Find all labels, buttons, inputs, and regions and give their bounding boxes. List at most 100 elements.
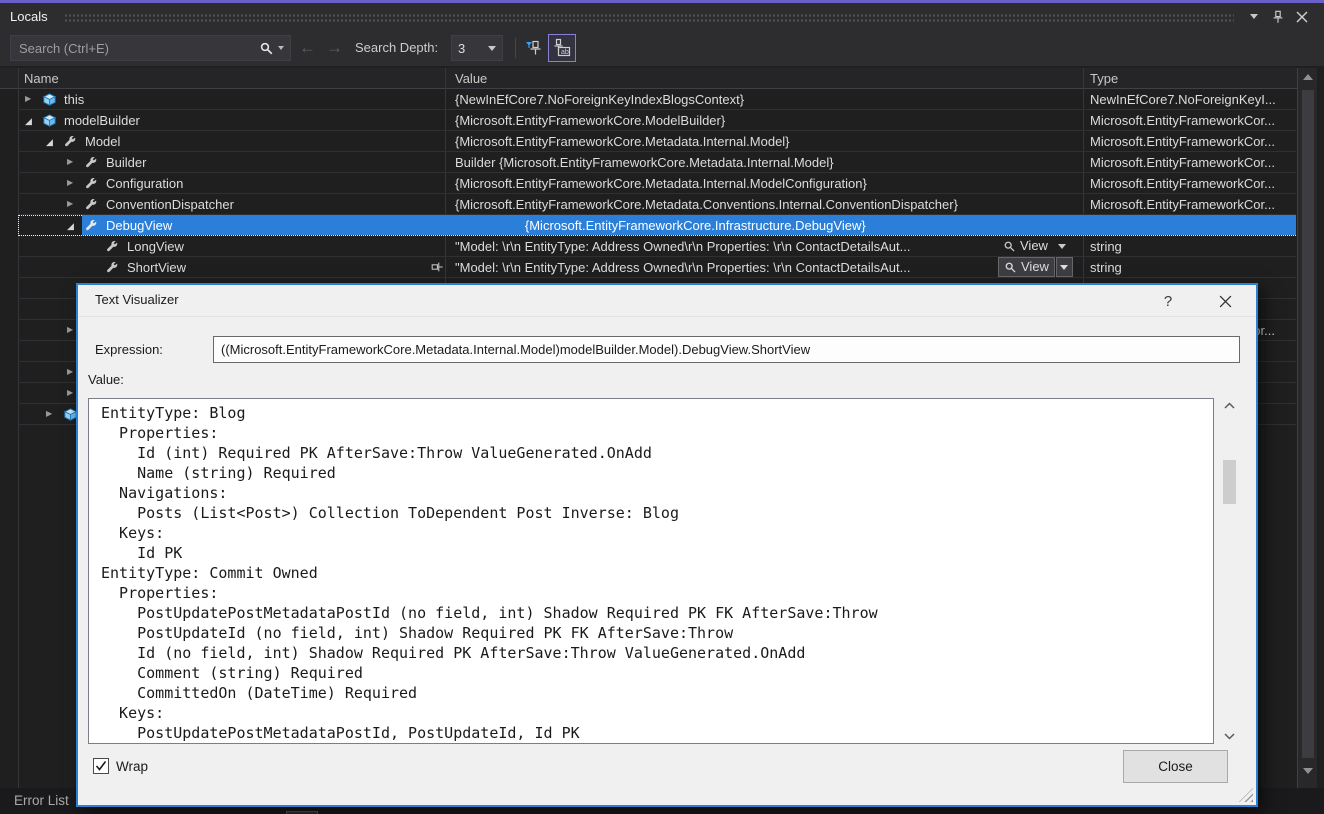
wrench-icon <box>105 260 120 275</box>
expander-expanded-icon[interactable]: ◢ <box>46 135 53 149</box>
row-type: Microsoft.EntityFrameworkCor... <box>1090 113 1298 128</box>
wrap-checkbox-label[interactable]: Wrap <box>116 759 148 774</box>
row-name[interactable]: Builder <box>106 155 146 170</box>
view-dropdown-button[interactable] <box>1054 236 1071 256</box>
table-row[interactable]: ShortView "Model: \r\n EntityType: Addre… <box>18 257 1296 278</box>
view-dropdown-button[interactable] <box>1056 257 1073 277</box>
table-row-selected[interactable]: ◢ DebugView {Microsoft.EntityFrameworkCo… <box>18 215 1296 236</box>
view-button-label: View <box>1021 259 1049 274</box>
search-input[interactable] <box>11 41 259 56</box>
resize-grip[interactable] <box>1239 788 1253 802</box>
row-value[interactable]: {Microsoft.EntityFrameworkCore.ModelBuil… <box>455 113 1080 128</box>
scroll-down-icon[interactable] <box>1221 732 1238 740</box>
table-row[interactable]: ▶ Configuration {Microsoft.EntityFramewo… <box>18 173 1296 194</box>
row-name[interactable]: ConventionDispatcher <box>106 197 234 212</box>
column-header-type: Type <box>1090 71 1118 86</box>
filter-pinned-button[interactable] <box>520 34 548 62</box>
row-value[interactable]: Builder {Microsoft.EntityFrameworkCore.M… <box>455 155 1080 170</box>
tab-error-list[interactable]: Error List <box>14 788 69 814</box>
expander-collapsed-icon[interactable]: ▶ <box>67 386 73 400</box>
wrap-checkbox[interactable] <box>93 758 109 774</box>
expander-collapsed-icon[interactable]: ▶ <box>67 176 73 190</box>
view-button[interactable]: View <box>998 257 1055 277</box>
text-visualizer-content[interactable]: EntityType: Blog Properties: Id (int) Re… <box>89 399 1213 743</box>
row-type: Microsoft.EntityFrameworkCor... <box>1090 197 1298 212</box>
row-name[interactable]: LongView <box>127 239 184 254</box>
help-button[interactable]: ? <box>1156 290 1180 312</box>
help-icon: ? <box>1164 293 1172 310</box>
auto-hide-pin-button[interactable] <box>1266 7 1290 27</box>
expander-expanded-icon[interactable]: ◢ <box>67 219 74 233</box>
row-name[interactable]: ShortView <box>127 260 186 275</box>
close-icon <box>1296 11 1308 23</box>
expander-collapsed-icon[interactable]: ▶ <box>67 323 73 337</box>
row-value[interactable]: {Microsoft.EntityFrameworkCore.Metadata.… <box>455 176 1080 191</box>
column-header-name: Name <box>24 71 59 86</box>
window-title: Locals <box>10 9 48 24</box>
expander-expanded-icon[interactable]: ◢ <box>25 114 32 128</box>
row-value[interactable]: {Microsoft.EntityFrameworkCore.Infrastru… <box>525 218 866 233</box>
row-value[interactable]: "Model: \r\n EntityType: Address Owned\r… <box>455 239 993 254</box>
scroll-up-icon[interactable] <box>1298 74 1318 80</box>
value-label: Value: <box>88 372 124 387</box>
scroll-down-icon[interactable] <box>1298 768 1318 774</box>
table-row[interactable]: ◢ Model {Microsoft.EntityFrameworkCore.M… <box>18 131 1296 152</box>
expander-collapsed-icon[interactable]: ▶ <box>25 92 31 106</box>
pin-icon <box>430 260 444 274</box>
pin-icon <box>1271 10 1285 24</box>
dialog-vertical-scrollbar[interactable] <box>1221 398 1238 744</box>
row-type: Microsoft.EntityFrameworkCor... <box>1090 155 1298 170</box>
pinned-text-toggle-button[interactable]: ab <box>548 34 576 62</box>
search-box[interactable] <box>10 35 291 61</box>
table-row[interactable]: ◢ modelBuilder {Microsoft.EntityFramewor… <box>18 110 1296 131</box>
dialog-title: Text Visualizer <box>95 292 179 307</box>
scrollbar-thumb[interactable] <box>1223 460 1236 504</box>
table-row[interactable]: LongView "Model: \r\n EntityType: Addres… <box>18 236 1296 257</box>
pin-to-favorites-button[interactable] <box>430 260 444 277</box>
row-value[interactable]: "Model: \r\n EntityType: Address Owned\r… <box>455 260 993 275</box>
window-position-button[interactable] <box>1242 7 1266 27</box>
row-name[interactable]: Model <box>85 134 120 149</box>
table-row[interactable]: ▶ Builder Builder {Microsoft.EntityFrame… <box>18 152 1296 173</box>
close-button[interactable]: Close <box>1123 750 1228 783</box>
search-depth-value: 3 <box>458 41 488 56</box>
row-name[interactable]: modelBuilder <box>64 113 140 128</box>
row-name[interactable]: Configuration <box>106 176 183 191</box>
expression-field[interactable] <box>213 336 1240 363</box>
row-name[interactable]: DebugView <box>106 218 172 233</box>
row-value[interactable]: {Microsoft.EntityFrameworkCore.Metadata.… <box>455 197 1080 212</box>
row-value[interactable]: {Microsoft.EntityFrameworkCore.Metadata.… <box>455 134 1080 149</box>
dialog-title-divider <box>78 316 1256 317</box>
back-arrow-icon[interactable]: ← <box>299 36 316 60</box>
text-visualizer-content-pane[interactable]: EntityType: Blog Properties: Id (int) Re… <box>88 398 1214 744</box>
wrench-icon <box>84 176 99 191</box>
locals-tool-window: Locals ← → Search Depth: <box>0 0 1324 814</box>
view-button[interactable]: View <box>998 236 1053 256</box>
expander-collapsed-icon[interactable]: ▶ <box>67 155 73 169</box>
wrench-icon <box>63 134 78 149</box>
row-name[interactable]: this <box>64 92 84 107</box>
dialog-close-button[interactable] <box>1212 290 1238 312</box>
row-value[interactable]: {NewInEfCore7.NoForeignKeyIndexBlogsCont… <box>455 92 1080 107</box>
close-window-button[interactable] <box>1290 7 1314 27</box>
search-dropdown-chevron-icon[interactable] <box>278 46 284 50</box>
row-type: Microsoft.EntityFrameworkCor... <box>1090 134 1298 149</box>
svg-text:ab: ab <box>561 49 569 56</box>
scroll-up-icon[interactable] <box>1221 402 1238 410</box>
row-type: NewInEfCore7.NoForeignKeyI... <box>1090 92 1298 107</box>
forward-arrow-icon[interactable]: → <box>326 36 343 60</box>
search-depth-select[interactable]: 3 <box>451 35 503 61</box>
pin-filter-icon <box>525 39 543 57</box>
titlebar[interactable]: Locals <box>0 3 1324 30</box>
table-row[interactable]: ▶ ConventionDispatcher {Microsoft.Entity… <box>18 194 1296 215</box>
scrollbar-thumb[interactable] <box>1302 90 1314 758</box>
table-row[interactable]: ▶ this {NewInEfCore7.NoForeignKeyIndexBl… <box>18 89 1296 110</box>
expander-collapsed-icon[interactable]: ▶ <box>67 365 73 379</box>
drag-grip-texture[interactable] <box>64 13 1234 22</box>
expander-collapsed-icon[interactable]: ▶ <box>67 197 73 211</box>
search-icon[interactable] <box>259 41 274 56</box>
vertical-scrollbar[interactable] <box>1297 68 1317 788</box>
pin-text-icon: ab <box>552 38 572 58</box>
magnifier-icon <box>1004 261 1017 274</box>
expander-collapsed-icon[interactable]: ▶ <box>46 407 52 421</box>
